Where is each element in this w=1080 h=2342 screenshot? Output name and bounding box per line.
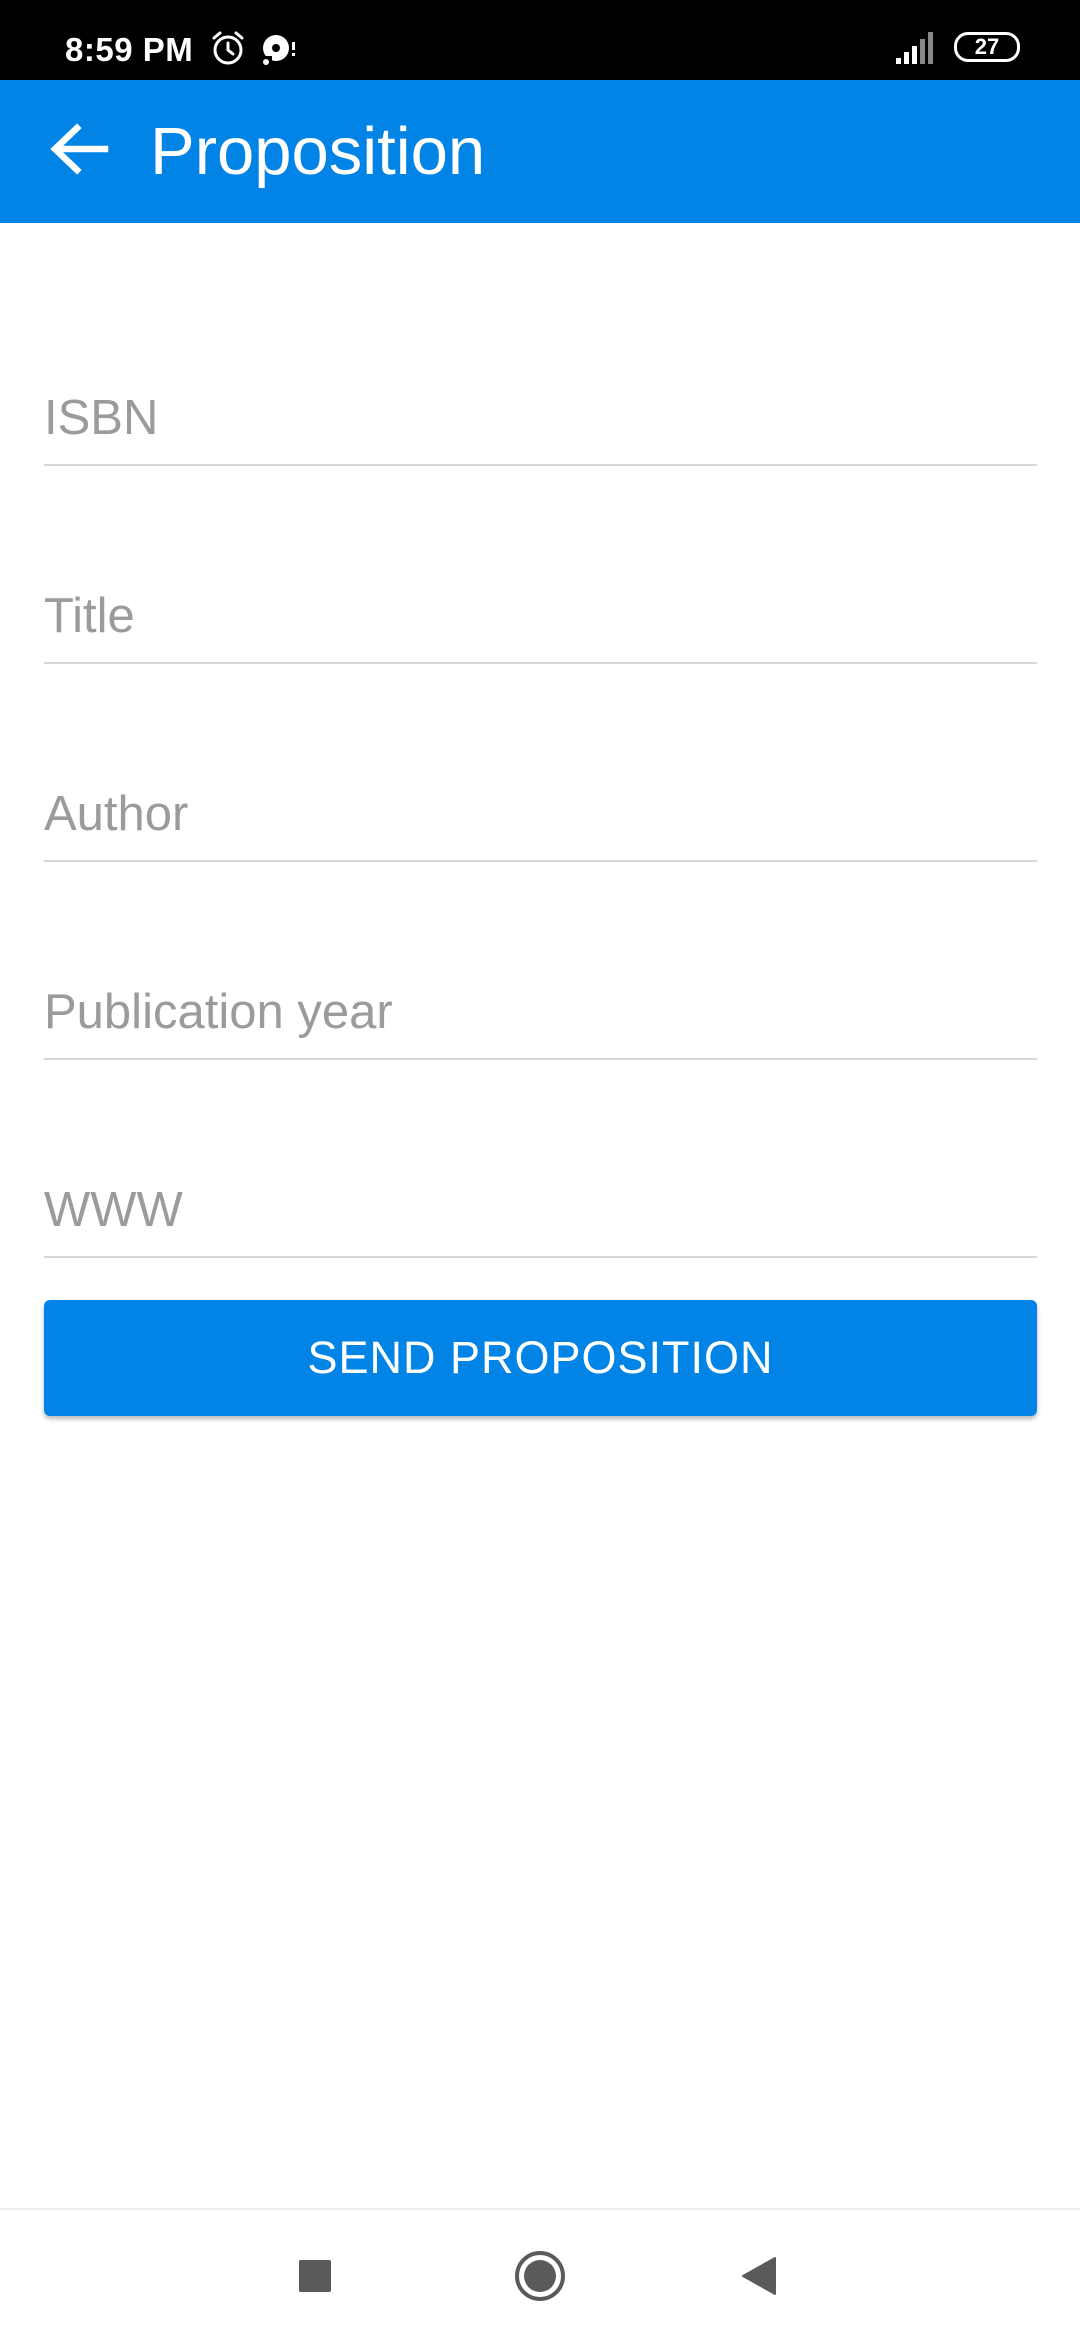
www-field-container: [44, 1166, 1037, 1258]
media-icon: [258, 28, 298, 68]
back-button[interactable]: [34, 106, 124, 196]
app-bar: Proposition: [0, 80, 1080, 223]
home-circle-icon: [514, 2250, 566, 2307]
nav-back-button[interactable]: [722, 2240, 798, 2316]
alarm-icon: [208, 28, 248, 68]
page-title: Proposition: [150, 114, 486, 189]
author-input[interactable]: [44, 784, 1037, 844]
recents-button[interactable]: [277, 2240, 353, 2316]
signal-icon: [894, 30, 940, 71]
battery-level: 27: [974, 34, 1000, 59]
publication-year-field-container: [44, 968, 1037, 1060]
isbn-input[interactable]: [44, 388, 1037, 448]
author-field-container: [44, 770, 1037, 862]
status-bar: 8:59 PM 27: [0, 0, 1080, 80]
battery-icon: 27: [954, 32, 1020, 62]
send-proposition-label: SEND PROPOSITION: [307, 1332, 774, 1383]
recents-square-icon: [298, 2259, 332, 2298]
isbn-field-container: [44, 374, 1037, 466]
back-triangle-icon: [741, 2256, 779, 2301]
title-input[interactable]: [44, 586, 1037, 646]
title-field-container: [44, 572, 1037, 664]
system-nav-bar: [0, 2208, 1080, 2342]
home-button[interactable]: [502, 2240, 578, 2316]
status-time: 8:59 PM: [65, 31, 194, 68]
www-input[interactable]: [44, 1180, 1037, 1240]
publication-year-input[interactable]: [44, 982, 1037, 1042]
arrow-left-icon: [49, 122, 109, 181]
send-proposition-button[interactable]: SEND PROPOSITION: [44, 1300, 1037, 1416]
